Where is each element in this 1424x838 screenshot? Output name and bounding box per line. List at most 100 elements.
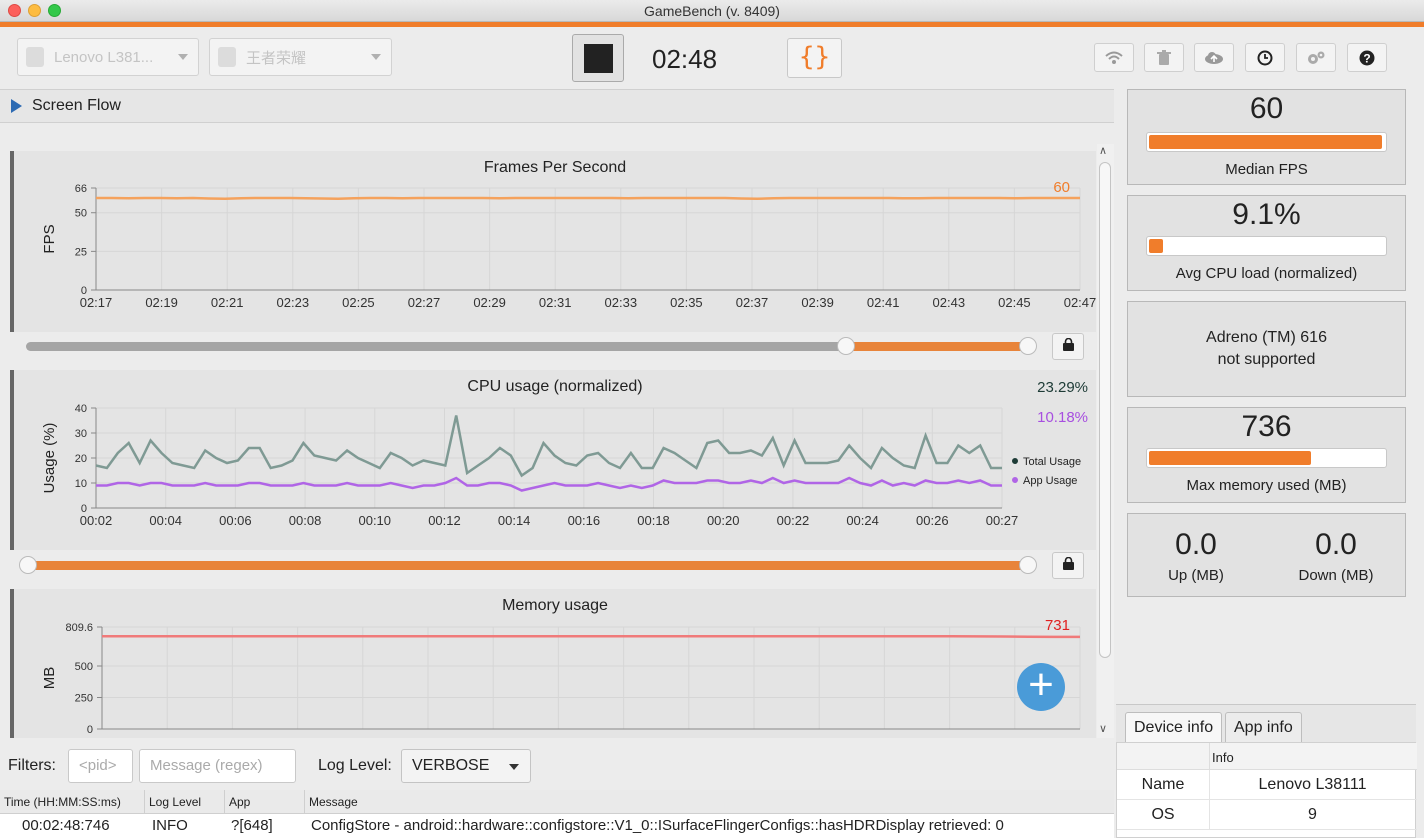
help-button[interactable]: ? [1347, 43, 1387, 72]
legend-label-total: Total Usage [1023, 456, 1081, 468]
filters-label: Filters: [8, 757, 56, 774]
cpu-app-current-value: 10.18% [1037, 409, 1088, 426]
add-marker-button[interactable]: + [1017, 663, 1065, 711]
lock-icon [1062, 337, 1074, 351]
max-memory-bar [1146, 448, 1387, 468]
fps-range-start-handle[interactable] [837, 337, 855, 355]
log-filters: Filters: <pid> Message (regex) Log Level… [0, 738, 1114, 790]
series-line [102, 635, 1080, 639]
log-table: Time (HH:MM:SS:ms) Log Level App Message… [0, 790, 1114, 838]
title-bar: GameBench (v. 8409) [0, 0, 1424, 22]
wifi-button[interactable] [1094, 43, 1134, 72]
x-tick-label: 00:27 [986, 513, 1019, 528]
cpu-range-end-handle[interactable] [1019, 556, 1037, 574]
memory-chart-panel: Memory usage MB 0 250 500 809.6 731 [10, 589, 1096, 738]
avg-cpu-bar-fill [1149, 239, 1164, 253]
fps-lock-button[interactable] [1052, 333, 1084, 360]
gpu-card: Adreno (TM) 616 not supported [1127, 301, 1406, 397]
x-tick-label: 02:45 [998, 295, 1031, 310]
screen-flow-header[interactable]: Screen Flow [0, 89, 1114, 123]
y-tick-label: 25 [75, 246, 87, 258]
expand-triangle-icon [11, 99, 22, 113]
json-export-button[interactable]: {} [787, 38, 842, 78]
x-tick-label: 02:35 [670, 295, 703, 310]
gpu-name: Adreno (TM) 616 [1206, 329, 1327, 346]
fps-current-value: 60 [1053, 179, 1070, 196]
column-divider [1209, 743, 1210, 770]
column-header-app[interactable]: App [225, 790, 305, 814]
x-tick-label: 00:20 [707, 513, 740, 528]
x-tick-label: 02:33 [605, 295, 638, 310]
x-tick-label: 02:23 [277, 295, 310, 310]
y-tick-label: 500 [75, 661, 93, 673]
app-select[interactable]: 王者荣耀 [209, 38, 392, 76]
legend-marker-app [1012, 477, 1018, 483]
x-tick-label: 00:02 [80, 513, 113, 528]
delete-button[interactable] [1144, 43, 1184, 72]
max-memory-label: Max memory used (MB) [1186, 477, 1347, 494]
log-level: INFO [152, 817, 188, 834]
fps-range-track[interactable] [26, 342, 846, 351]
android-icon [26, 47, 44, 67]
scrollbar-thumb[interactable] [1099, 162, 1111, 658]
tab-device-info[interactable]: Device info [1125, 712, 1223, 744]
log-app: ?[648] [231, 817, 273, 834]
stop-recording-button[interactable] [572, 34, 624, 82]
network-down-label: Down (MB) [1298, 567, 1374, 584]
x-tick-label: 00:24 [846, 513, 879, 528]
tab-app-info[interactable]: App info [1225, 712, 1302, 744]
column-header-message[interactable]: Message [305, 790, 1114, 814]
x-tick-label: 02:39 [801, 295, 834, 310]
fps-range-end-handle[interactable] [1019, 337, 1037, 355]
max-memory-value: 736 [1241, 410, 1292, 443]
fps-range-selected[interactable] [846, 342, 1028, 351]
x-tick-label: 02:17 [80, 295, 113, 310]
charts-scrollbar[interactable]: ∧ ∨ [1097, 144, 1114, 738]
device-select[interactable]: Lenovo L381... [17, 38, 199, 76]
history-button[interactable] [1245, 43, 1285, 72]
memory-chart: MB 0 250 500 809.6 731 [41, 617, 1081, 736]
help-icon: ? [1359, 50, 1375, 65]
svg-text:?: ? [1363, 51, 1370, 65]
table-row: Name Lenovo L38111 [1117, 770, 1417, 800]
x-tick-label: 02:47 [1064, 295, 1096, 310]
cpu-range-start-handle[interactable] [19, 556, 37, 574]
network-down-value: 0.0 [1315, 528, 1357, 561]
settings-button[interactable] [1296, 43, 1336, 72]
message-filter-input[interactable]: Message (regex) [139, 749, 296, 783]
screen-flow-label: Screen Flow [32, 97, 121, 114]
log-level-select[interactable]: VERBOSE [401, 749, 531, 783]
cpu-chart-panel: CPU usage (normalized) Usage (%) 0 10 20 30 4… [10, 370, 1096, 550]
device-info-header: Info [1117, 743, 1417, 770]
info-value: 9 [1209, 800, 1415, 830]
y-tick-label: 66 [75, 183, 87, 195]
pid-filter-input[interactable]: <pid> [68, 749, 133, 783]
log-level-label: Log Level: [318, 757, 392, 774]
y-tick-label: 0 [87, 724, 93, 736]
column-header-time[interactable]: Time (HH:MM:SS:ms) [0, 790, 145, 814]
y-tick-label: 50 [75, 208, 87, 220]
cpu-range-selected[interactable] [26, 561, 1028, 570]
app-select-value: 王者荣耀 [246, 49, 307, 67]
cpu-total-current-value: 23.29% [1037, 379, 1088, 396]
scroll-up-icon[interactable]: ∧ [1099, 144, 1107, 157]
network-up-label: Up (MB) [1168, 567, 1224, 584]
median-fps-bar [1146, 132, 1387, 152]
chevron-down-icon [178, 54, 188, 60]
table-row: OS 9 [1117, 800, 1417, 830]
series-line [96, 476, 1002, 492]
avg-cpu-value: 9.1% [1232, 198, 1301, 231]
chevron-down-icon [509, 764, 519, 770]
max-memory-card: 736 Max memory used (MB) [1127, 407, 1406, 503]
scroll-down-icon[interactable]: ∨ [1099, 722, 1107, 735]
log-message: ConfigStore - android::hardware::configs… [311, 817, 1004, 834]
settings-icon [1308, 51, 1325, 64]
x-tick-label: 02:41 [867, 295, 900, 310]
series-line [96, 196, 1080, 201]
table-row[interactable]: 00:02:48:746 INFO ?[648] ConfigStore - a… [0, 814, 1114, 838]
y-tick-label: 40 [75, 403, 87, 415]
column-header-level[interactable]: Log Level [145, 790, 225, 814]
cpu-lock-button[interactable] [1052, 552, 1084, 579]
info-key: OS [1151, 806, 1175, 823]
upload-button[interactable] [1194, 43, 1234, 72]
